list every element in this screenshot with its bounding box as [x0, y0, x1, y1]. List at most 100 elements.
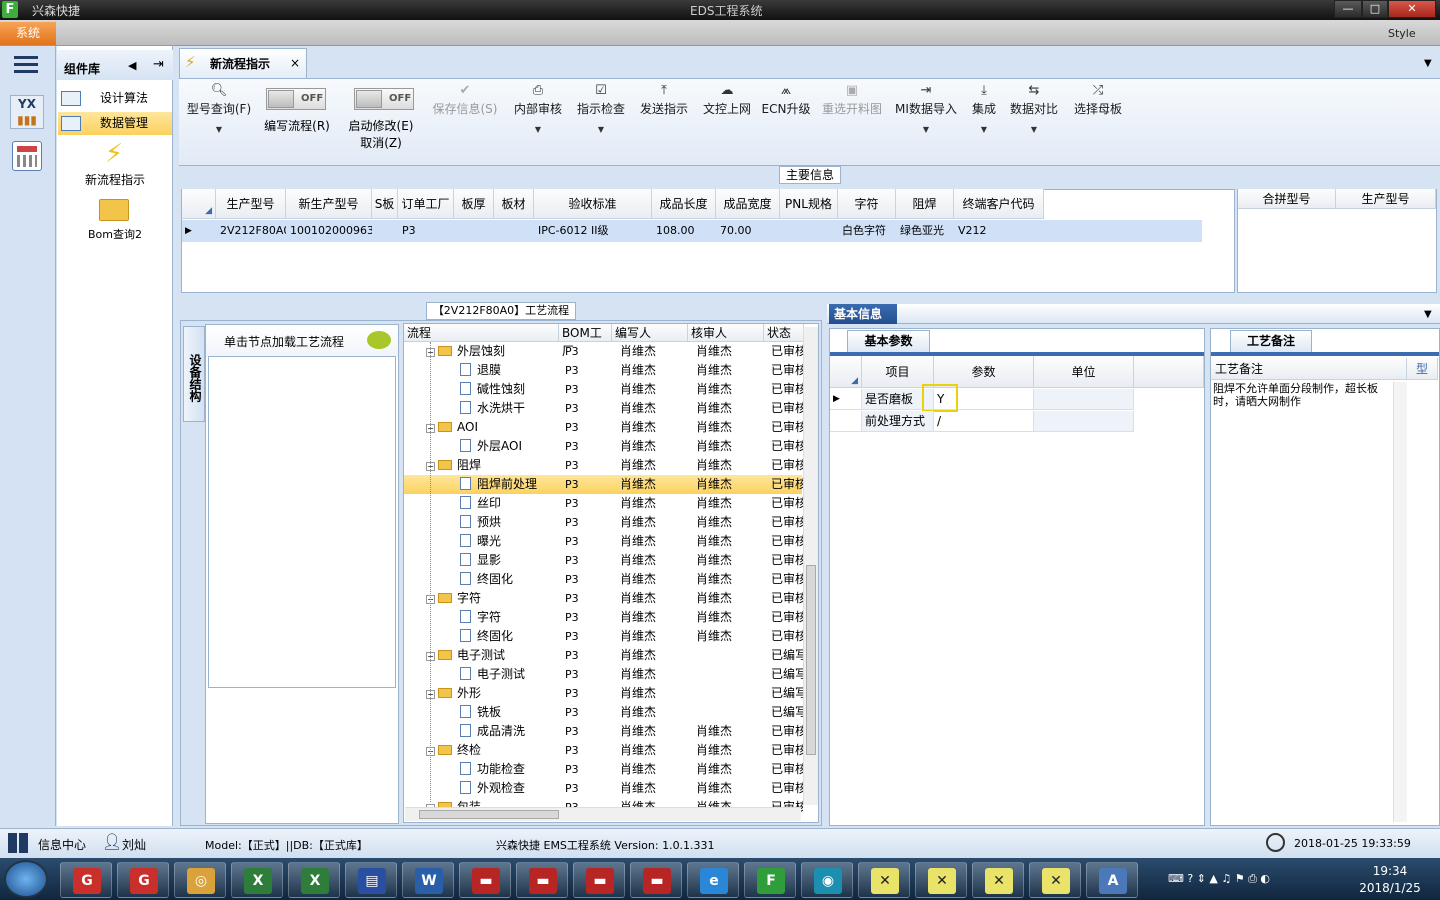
tree-vertical-scrollbar[interactable]: [803, 327, 818, 805]
tree-row[interactable]: 铣板 P3 肖维杰 已编写: [404, 703, 803, 722]
taskbar-app-pdf[interactable]: ▬: [516, 862, 568, 898]
tree-node[interactable]: 退膜: [460, 361, 501, 380]
tree-row[interactable]: − 电子测试 P3 肖维杰 已编写: [404, 646, 803, 665]
taskbar-app-pdf[interactable]: ▬: [573, 862, 625, 898]
tree-node[interactable]: − AOI: [426, 418, 478, 437]
side-tab-equipment[interactable]: 设备结构: [183, 326, 205, 422]
main-cell-3[interactable]: P3: [398, 220, 454, 242]
main-col-9[interactable]: PNL规格: [780, 189, 838, 219]
tree-node[interactable]: 外层AOI: [460, 437, 522, 456]
internal-review-button[interactable]: ⎙ 内部审核 ▼: [510, 82, 566, 134]
tree-node[interactable]: 成品清洗: [460, 722, 525, 741]
main-col-8[interactable]: 成品宽度: [716, 189, 780, 219]
main-col-12[interactable]: 终端客户代码: [954, 189, 1044, 219]
system-tray[interactable]: ⌨ ? ⇕ ▲ ♫ ⚑ ⎙ ◐: [1168, 872, 1328, 888]
tree-node[interactable]: 外观检查: [460, 779, 525, 798]
main-cell-2[interactable]: [372, 220, 398, 242]
tree-node[interactable]: 铣板: [460, 703, 501, 722]
tree-node[interactable]: − 外层蚀刻: [426, 342, 505, 361]
tree-row[interactable]: 外层AOI P3 肖维杰 肖维杰 已审核: [404, 437, 803, 456]
tree-node[interactable]: 电子测试: [460, 665, 525, 684]
tree-col-1[interactable]: BOM工厂: [559, 324, 612, 358]
tree-row[interactable]: 终固化 P3 肖维杰 肖维杰 已审核: [404, 570, 803, 589]
tree-node[interactable]: − 字符: [426, 589, 481, 608]
main-cell-12[interactable]: V212: [954, 220, 1044, 242]
remark-col[interactable]: 工艺备注: [1211, 358, 1407, 380]
tree-row[interactable]: 终固化 P3 肖维杰 肖维杰 已审核: [404, 627, 803, 646]
taskbar-app-pdf[interactable]: ▬: [630, 862, 682, 898]
tree-row[interactable]: 水洗烘干 P3 肖维杰 肖维杰 已审核: [404, 399, 803, 418]
tree-row[interactable]: 字符 P3 肖维杰 肖维杰 已审核: [404, 608, 803, 627]
main-col-2[interactable]: S板: [372, 189, 398, 219]
tree-node[interactable]: − 外形: [426, 684, 481, 703]
write-flow-toggle[interactable]: OFF: [266, 88, 326, 110]
params-col-unit[interactable]: 单位: [1034, 356, 1134, 388]
tree-row[interactable]: − AOI P3 肖维杰 肖维杰 已审核: [404, 418, 803, 437]
tree-row[interactable]: − 阻焊 P3 肖维杰 肖维杰 已审核: [404, 456, 803, 475]
tree-col-0[interactable]: 流程: [404, 324, 559, 342]
new-flow-label[interactable]: 新流程指示: [57, 171, 173, 188]
panel-dropdown-icon[interactable]: ▼: [1424, 309, 1432, 320]
tree-col-2[interactable]: 编写人: [612, 324, 688, 342]
main-col-5[interactable]: 板材: [494, 189, 534, 219]
tree-node[interactable]: 曝光: [460, 532, 501, 551]
close-button[interactable]: ✕: [1388, 0, 1436, 18]
taskbar-app-excel-x[interactable]: ✕: [858, 862, 910, 898]
reselect-cut-button[interactable]: ▣ 重选开料图: [818, 82, 886, 117]
main-cell-4[interactable]: [454, 220, 494, 242]
minimize-button[interactable]: —: [1334, 0, 1362, 18]
main-cell-7[interactable]: 108.00: [652, 220, 716, 242]
lightning-icon[interactable]: ⚡: [100, 138, 128, 170]
taskbar-app-excel-x[interactable]: ✕: [915, 862, 967, 898]
merge-col-merge-model[interactable]: 合拼型号: [1238, 189, 1336, 209]
main-cell-8[interactable]: 70.00: [716, 220, 780, 242]
tree-row[interactable]: 退膜 P3 肖维杰 肖维杰 已审核: [404, 361, 803, 380]
taskbar-app-save[interactable]: ▤: [345, 862, 397, 898]
taskbar-app-eds-f[interactable]: F: [744, 862, 796, 898]
main-col-1[interactable]: 新生产型号: [286, 189, 372, 219]
tree-row[interactable]: − 外层蚀刻 P3 肖维杰 肖维杰 已审核: [404, 342, 803, 361]
taskbar-app-excel-x[interactable]: ✕: [972, 862, 1024, 898]
main-cell-10[interactable]: 白色字符: [838, 220, 896, 242]
main-col-10[interactable]: 字符: [838, 189, 896, 219]
taskbar-app-excel-x[interactable]: ✕: [1029, 862, 1081, 898]
doc-online-button[interactable]: ☁ 文控上网: [699, 82, 755, 117]
mi-import-button[interactable]: ⇥ MI数据导入 ▼: [893, 82, 959, 134]
tree-node[interactable]: − 阻焊: [426, 456, 481, 475]
select-motherboard-button[interactable]: ⤮ 选择母板: [1070, 82, 1126, 117]
tree-node[interactable]: 字符: [460, 608, 501, 627]
hamburger-menu-icon[interactable]: [14, 56, 38, 74]
main-cell-11[interactable]: 绿色亚光: [896, 220, 954, 242]
tree-node[interactable]: 水洗烘干: [460, 399, 525, 418]
taskbar-app-text[interactable]: A: [1086, 862, 1138, 898]
tree-row[interactable]: 曝光 P3 肖维杰 肖维杰 已审核: [404, 532, 803, 551]
integrate-button[interactable]: ⤓ 集成 ▼: [966, 82, 1002, 134]
tree-row[interactable]: − 终检 P3 肖维杰 肖维杰 已审核: [404, 741, 803, 760]
taskbar-app-network[interactable]: ◉: [801, 862, 853, 898]
tree-col-3[interactable]: 核审人: [688, 324, 764, 342]
system-menu-button[interactable]: 系统: [0, 22, 56, 45]
taskbar-app-app-g[interactable]: G: [60, 862, 112, 898]
tree-node[interactable]: 终固化: [460, 570, 513, 589]
tree-row[interactable]: 丝印 P3 肖维杰 肖维杰 已审核: [404, 494, 803, 513]
tab-dropdown-icon[interactable]: ▼: [1424, 58, 1432, 69]
data-compare-button[interactable]: ⇆ 数据对比 ▼: [1006, 82, 1062, 134]
tree-node[interactable]: 功能检查: [460, 760, 525, 779]
tree-node[interactable]: 碱性蚀刻: [460, 380, 525, 399]
start-modify-toggle[interactable]: OFF: [354, 88, 414, 110]
main-cell-6[interactable]: IPC-6012 II级: [534, 220, 652, 242]
remark-col-type[interactable]: 型: [1407, 358, 1438, 380]
comp-item-data-mgmt[interactable]: 数据管理: [58, 112, 172, 135]
taskbar-date[interactable]: 2018/1/25: [1352, 881, 1428, 895]
tree-node[interactable]: 预烘: [460, 513, 501, 532]
main-col-3[interactable]: 订单工厂: [398, 189, 454, 219]
param-value-cell[interactable]: Y: [922, 384, 1034, 412]
info-center-label[interactable]: 信息中心: [38, 836, 86, 853]
taskbar-app-app-g[interactable]: G: [117, 862, 169, 898]
main-cell-9[interactable]: [780, 220, 838, 242]
tree-row[interactable]: 阻焊前处理 P3 肖维杰 肖维杰 已审核: [404, 475, 803, 494]
main-col-0[interactable]: 生产型号: [216, 189, 286, 219]
taskbar-app-shell[interactable]: ◎: [174, 862, 226, 898]
main-col-11[interactable]: 阻焊: [896, 189, 954, 219]
taskbar-app-excel[interactable]: X: [231, 862, 283, 898]
